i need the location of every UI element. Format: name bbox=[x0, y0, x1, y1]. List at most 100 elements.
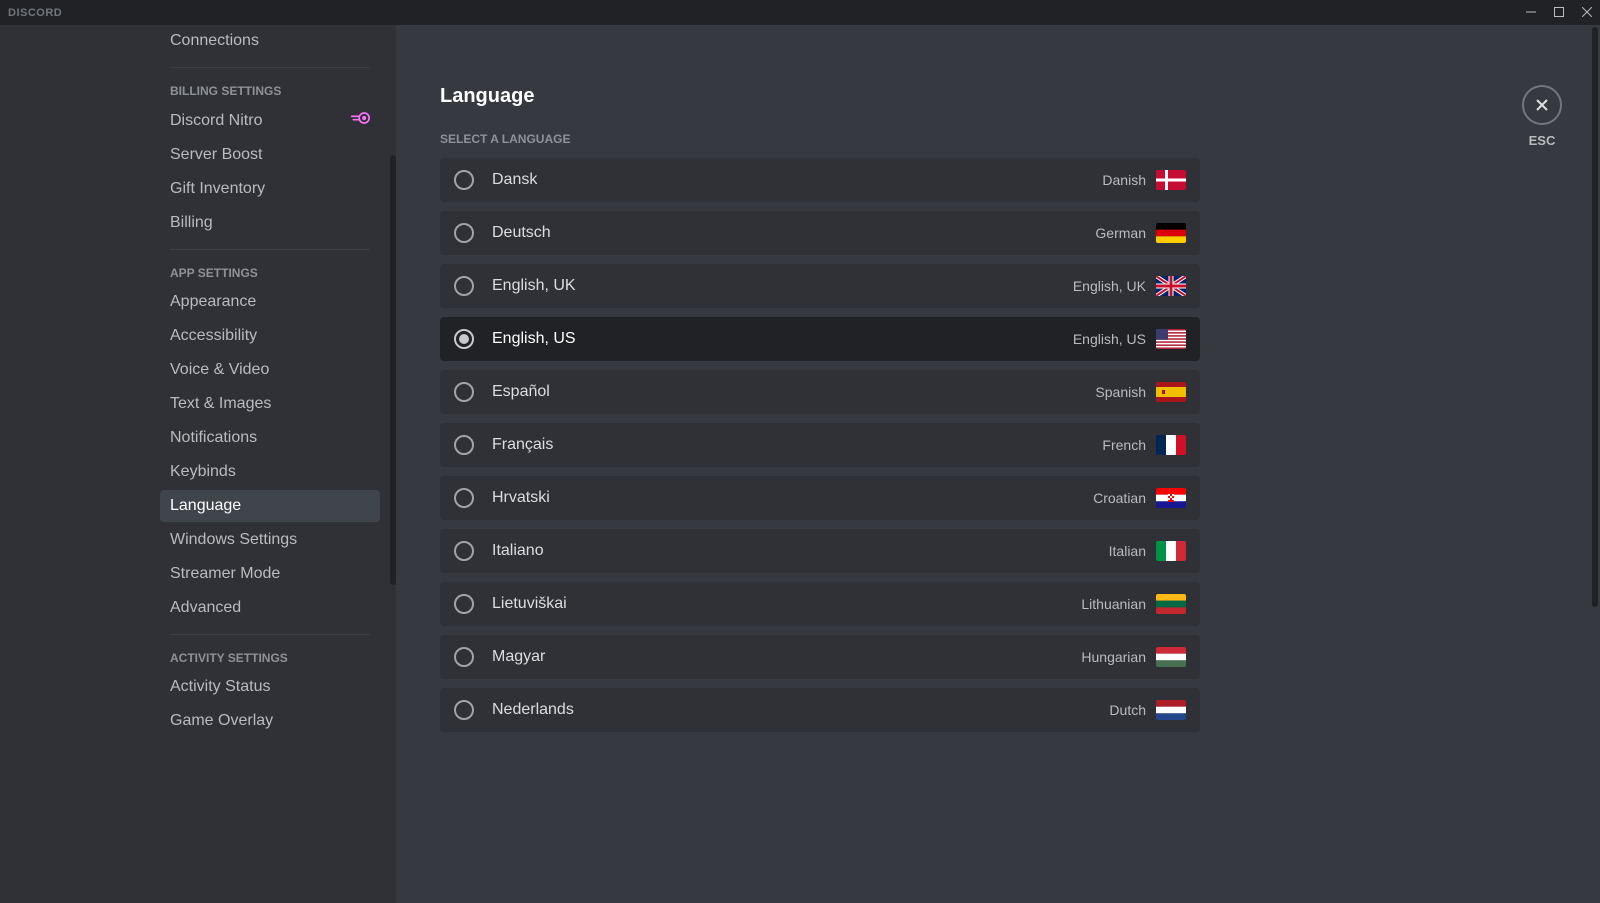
nitro-icon bbox=[350, 111, 370, 130]
language-native-name: Français bbox=[492, 436, 553, 454]
radio-icon bbox=[454, 170, 474, 190]
sidebar-item-label: Streamer Mode bbox=[170, 565, 280, 583]
flag-icon bbox=[1156, 647, 1186, 667]
sidebar-item-gift-inventory[interactable]: Gift Inventory bbox=[160, 173, 380, 205]
language-native-name: Lietuviškai bbox=[492, 595, 567, 613]
language-native-name: Italiano bbox=[492, 542, 544, 560]
language-english-name: Hungarian bbox=[1081, 649, 1146, 665]
language-english-name: German bbox=[1095, 225, 1146, 241]
sidebar-item-label: Accessibility bbox=[170, 327, 257, 345]
language-english-name: English, US bbox=[1073, 331, 1146, 347]
section-label: Select a Language bbox=[440, 132, 1200, 146]
sidebar-item-label: Connections bbox=[170, 32, 259, 50]
flag-icon bbox=[1156, 594, 1186, 614]
sidebar-item-label: Appearance bbox=[170, 293, 256, 311]
language-english-name: French bbox=[1102, 437, 1146, 453]
flag-icon bbox=[1156, 329, 1186, 349]
sidebar-item-label: Billing bbox=[170, 214, 213, 232]
nav-header: Billing Settings bbox=[160, 78, 380, 104]
sidebar-item-connections[interactable]: Connections bbox=[160, 25, 380, 57]
nav-separator bbox=[170, 249, 370, 250]
sidebar-item-windows-settings[interactable]: Windows Settings bbox=[160, 524, 380, 556]
language-option-dk[interactable]: DanskDanish bbox=[440, 158, 1200, 202]
language-english-name: English, UK bbox=[1073, 278, 1146, 294]
language-native-name: Dansk bbox=[492, 171, 537, 189]
titlebar: DISCORD bbox=[0, 0, 1600, 25]
nav-separator bbox=[170, 67, 370, 68]
content-scrollbar[interactable] bbox=[1592, 25, 1600, 903]
app-logo: DISCORD bbox=[8, 7, 62, 19]
language-option-uk[interactable]: English, UK English, UK bbox=[440, 264, 1200, 308]
radio-icon bbox=[454, 594, 474, 614]
radio-icon bbox=[454, 647, 474, 667]
sidebar-item-appearance[interactable]: Appearance bbox=[160, 286, 380, 318]
language-option-hu[interactable]: Magyar Hungarian bbox=[440, 635, 1200, 679]
settings-sidebar: Connections Billing Settings Discord Nitro… bbox=[0, 25, 396, 903]
language-native-name: Nederlands bbox=[492, 701, 574, 719]
flag-icon bbox=[1156, 488, 1186, 508]
sidebar-item-label: Activity Status bbox=[170, 678, 270, 696]
close-settings-button[interactable] bbox=[1522, 85, 1562, 125]
nav-separator bbox=[170, 634, 370, 635]
sidebar-item-discord-nitro[interactable]: Discord Nitro bbox=[160, 104, 380, 137]
language-option-hr[interactable]: HrvatskiCroatian bbox=[440, 476, 1200, 520]
sidebar-item-label: Keybinds bbox=[170, 463, 236, 481]
sidebar-item-billing[interactable]: Billing bbox=[160, 207, 380, 239]
language-option-it[interactable]: Italiano Italian bbox=[440, 529, 1200, 573]
sidebar-item-label: Language bbox=[170, 497, 241, 515]
language-option-lt[interactable]: Lietuviškai Lithuanian bbox=[440, 582, 1200, 626]
sidebar-item-label: Discord Nitro bbox=[170, 112, 262, 130]
language-option-nl[interactable]: Nederlands Dutch bbox=[440, 688, 1200, 732]
radio-icon bbox=[454, 435, 474, 455]
radio-icon bbox=[454, 541, 474, 561]
language-native-name: English, UK bbox=[492, 277, 576, 295]
language-english-name: Dutch bbox=[1109, 702, 1146, 718]
sidebar-item-label: Text & Images bbox=[170, 395, 271, 413]
language-native-name: English, US bbox=[492, 330, 576, 348]
sidebar-item-notifications[interactable]: Notifications bbox=[160, 422, 380, 454]
sidebar-item-streamer-mode[interactable]: Streamer Mode bbox=[160, 558, 380, 590]
radio-icon bbox=[454, 223, 474, 243]
radio-icon bbox=[454, 488, 474, 508]
sidebar-item-label: Voice & Video bbox=[170, 361, 269, 379]
maximize-icon[interactable] bbox=[1554, 4, 1564, 22]
radio-icon bbox=[454, 382, 474, 402]
settings-content: Language Select a Language DanskDanishDe… bbox=[396, 25, 1600, 903]
language-native-name: Español bbox=[492, 383, 550, 401]
flag-icon bbox=[1156, 223, 1186, 243]
language-option-es[interactable]: Español Spanish bbox=[440, 370, 1200, 414]
sidebar-item-accessibility[interactable]: Accessibility bbox=[160, 320, 380, 352]
language-native-name: Hrvatski bbox=[492, 489, 550, 507]
sidebar-item-voice-video[interactable]: Voice & Video bbox=[160, 354, 380, 386]
window-controls bbox=[1526, 4, 1592, 22]
nav-header: App Settings bbox=[160, 260, 380, 286]
close-window-icon[interactable] bbox=[1582, 4, 1592, 22]
language-option-us[interactable]: English, US English, US bbox=[440, 317, 1200, 361]
language-english-name: Lithuanian bbox=[1081, 596, 1146, 612]
sidebar-item-game-overlay[interactable]: Game Overlay bbox=[160, 705, 380, 737]
language-english-name: Spanish bbox=[1095, 384, 1146, 400]
sidebar-item-activity-status[interactable]: Activity Status bbox=[160, 671, 380, 703]
close-label: ESC bbox=[1529, 133, 1556, 148]
sidebar-item-server-boost[interactable]: Server Boost bbox=[160, 139, 380, 171]
sidebar-item-language[interactable]: Language bbox=[160, 490, 380, 522]
close-icon bbox=[1533, 96, 1551, 114]
nav-header: Activity Settings bbox=[160, 645, 380, 671]
minimize-icon[interactable] bbox=[1526, 4, 1536, 22]
flag-icon bbox=[1156, 541, 1186, 561]
sidebar-item-text-images[interactable]: Text & Images bbox=[160, 388, 380, 420]
language-native-name: Magyar bbox=[492, 648, 545, 666]
language-english-name: Italian bbox=[1109, 543, 1146, 559]
language-option-de[interactable]: Deutsch German bbox=[440, 211, 1200, 255]
flag-icon bbox=[1156, 435, 1186, 455]
sidebar-item-advanced[interactable]: Advanced bbox=[160, 592, 380, 624]
flag-icon bbox=[1156, 382, 1186, 402]
sidebar-item-label: Game Overlay bbox=[170, 712, 273, 730]
sidebar-item-label: Advanced bbox=[170, 599, 241, 617]
flag-icon bbox=[1156, 276, 1186, 296]
language-option-fr[interactable]: Français French bbox=[440, 423, 1200, 467]
sidebar-item-keybinds[interactable]: Keybinds bbox=[160, 456, 380, 488]
radio-icon bbox=[454, 329, 474, 349]
language-native-name: Deutsch bbox=[492, 224, 551, 242]
radio-icon bbox=[454, 276, 474, 296]
